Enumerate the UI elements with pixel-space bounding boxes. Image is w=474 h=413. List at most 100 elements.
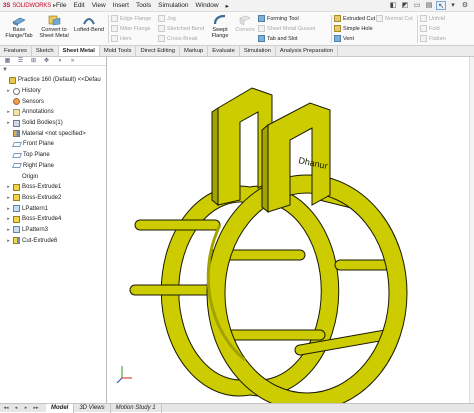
tree-item[interactable]: ▸ LPattern3: [0, 225, 107, 236]
sketched-bend-button[interactable]: Sketched Bend: [158, 24, 204, 33]
convert-to-sheet-metal-button[interactable]: Convert to Sheet Metal: [37, 14, 71, 45]
ribbon-col-unfold: Unfold Fold Flatten: [420, 14, 446, 43]
select-pointer-icon[interactable]: ↖: [436, 1, 446, 10]
unfold-button[interactable]: Unfold: [420, 14, 446, 23]
fold-button[interactable]: Fold: [420, 24, 446, 33]
ribbon-col-cuts: Extruded Cut Simple Hole Vent: [334, 14, 375, 43]
simple-hole-icon: [334, 25, 341, 32]
tab-markup[interactable]: Markup: [180, 46, 209, 56]
expand-arrow-icon[interactable]: ▸: [6, 109, 11, 115]
expand-arrow-icon[interactable]: ▸: [6, 227, 11, 233]
first-tab-icon[interactable]: ◂◂: [2, 405, 10, 412]
panel-more-icon[interactable]: »: [67, 58, 78, 65]
tree-item[interactable]: ▸ Solid Bodies(1): [0, 118, 107, 129]
tree-item-label: Practice 160 (Default) <<Defau: [18, 77, 101, 84]
forming-tool-button[interactable]: Forming Tool: [258, 14, 315, 23]
next-tab-icon[interactable]: ▸: [22, 405, 30, 412]
expand-arrow-icon[interactable]: ▸: [6, 238, 11, 244]
tree-item[interactable]: ▸ Annotations: [0, 107, 107, 118]
tab-mold-tools[interactable]: Mold Tools: [100, 46, 137, 56]
tree-item[interactable]: ▸ Boss-Extrude2: [0, 193, 107, 204]
expand-arrow-icon[interactable]: ▸: [6, 120, 11, 126]
graphics-area[interactable]: Dhanur: [108, 57, 474, 412]
expand-arrow-icon[interactable]: ▸: [6, 195, 11, 201]
tree-item[interactable]: ▸ Cut-Extrude6: [0, 235, 107, 246]
menu-window[interactable]: Window: [195, 2, 218, 10]
tree-item-label: Top Plane: [23, 152, 50, 159]
open-icon[interactable]: ◩: [400, 1, 410, 10]
tab-motion-study[interactable]: Motion Study 1: [111, 403, 162, 413]
dropdown-icon[interactable]: ▾: [448, 1, 458, 10]
tab-evaluate[interactable]: Evaluate: [208, 46, 240, 56]
extruded-cut-button[interactable]: Extruded Cut: [334, 14, 375, 23]
corners-button[interactable]: Corners: [233, 14, 257, 45]
tree-item[interactable]: Sensors: [0, 96, 107, 107]
print-icon[interactable]: ▤: [424, 1, 434, 10]
tree-item[interactable]: ▸ Boss-Extrude1: [0, 182, 107, 193]
expand-arrow-icon[interactable]: ▸: [6, 88, 11, 94]
command-manager-ribbon: Base Flange/Tab Convert to Sheet Metal L…: [0, 12, 474, 46]
edge-flange-button[interactable]: Edge Flange: [111, 14, 151, 23]
fold-icon: [420, 25, 427, 32]
lofted-bend-button[interactable]: Lofted-Bend: [72, 14, 106, 45]
left-tab-side: [211, 107, 219, 207]
ann-icon: [13, 108, 20, 116]
tab-features[interactable]: Features: [0, 46, 32, 56]
jog-button[interactable]: Jog: [158, 14, 204, 23]
tree-item[interactable]: ▸ Boss-Extrude4: [0, 214, 107, 225]
new-doc-icon[interactable]: ◧: [388, 1, 398, 10]
dimxpert-icon[interactable]: ✥: [41, 58, 52, 65]
tab-direct-editing[interactable]: Direct Editing: [136, 46, 180, 56]
menu-insert[interactable]: Insert: [113, 2, 129, 10]
base-flange-button[interactable]: Base Flange/Tab: [2, 14, 36, 45]
swept-flange-button[interactable]: Swept Flange: [206, 14, 234, 45]
tab-simulation[interactable]: Simulation: [240, 46, 276, 56]
tree-item[interactable]: Origin: [0, 171, 107, 182]
part-model[interactable]: Dhanur: [108, 57, 474, 412]
tree-item[interactable]: Practice 160 (Default) <<Defau: [0, 75, 107, 86]
vent-button[interactable]: Vent: [334, 34, 375, 43]
simple-hole-button[interactable]: Simple Hole: [334, 24, 375, 33]
menu-tools[interactable]: Tools: [136, 2, 151, 10]
expand-arrow-icon[interactable]: ▸: [6, 206, 11, 212]
menu-file[interactable]: File: [56, 2, 66, 10]
menu-edit[interactable]: Edit: [73, 2, 84, 10]
tree-item[interactable]: ▸ LPattern1: [0, 203, 107, 214]
flatten-button[interactable]: Flatten: [420, 34, 446, 43]
last-tab-icon[interactable]: ▸▸: [32, 405, 40, 412]
tab-analysis-preparation[interactable]: Analysis Preparation: [276, 46, 339, 56]
tree-item[interactable]: Material <not specified>: [0, 128, 107, 139]
miter-flange-button[interactable]: Miter Flange: [111, 24, 151, 33]
property-manager-icon[interactable]: ☰: [15, 58, 26, 65]
tree-item-label: Right Plane: [23, 162, 55, 169]
menu-pin-icon[interactable]: ▸: [226, 2, 229, 10]
tree-item[interactable]: Right Plane: [0, 161, 107, 172]
menu-view[interactable]: View: [92, 2, 106, 10]
tree-item[interactable]: ▸ History: [0, 86, 107, 97]
cross-break-button[interactable]: Cross-Break: [158, 34, 204, 43]
configuration-manager-icon[interactable]: ⊞: [28, 58, 39, 65]
display-manager-icon[interactable]: ◑: [54, 58, 65, 65]
viewport-scrollbar[interactable]: [469, 57, 474, 403]
options-gear-icon[interactable]: ⚙: [460, 1, 470, 10]
tab-sketch[interactable]: Sketch: [32, 46, 59, 56]
tab-sheet-metal[interactable]: Sheet Metal: [58, 46, 100, 56]
save-icon[interactable]: ▭: [412, 1, 422, 10]
tree-item[interactable]: Front Plane: [0, 139, 107, 150]
normal-cut-button[interactable]: Normal Cut: [376, 14, 413, 23]
tree-item[interactable]: Top Plane: [0, 150, 107, 161]
expand-arrow-icon[interactable]: ▸: [6, 216, 11, 222]
tab-model[interactable]: Model: [46, 403, 75, 413]
edge-flange-icon: [111, 15, 118, 22]
solid-icon: [13, 119, 20, 127]
menu-simulation[interactable]: Simulation: [158, 2, 188, 10]
expand-arrow-icon[interactable]: ▸: [6, 184, 11, 190]
tab-and-slot-button[interactable]: Tab and Slot: [258, 34, 315, 43]
prev-tab-icon[interactable]: ◂: [12, 405, 20, 412]
sheet-metal-gusset-button[interactable]: Sheet Metal Gusset: [258, 24, 315, 33]
feature-tree-icon[interactable]: ▦: [2, 58, 13, 65]
tab-3d-views[interactable]: 3D Views: [74, 403, 111, 413]
hem-button[interactable]: Hem: [111, 34, 151, 43]
solidworks-logo[interactable]: 3S SOLIDWORKS ▸: [0, 2, 56, 10]
filter-icon[interactable]: ▼: [2, 67, 8, 73]
